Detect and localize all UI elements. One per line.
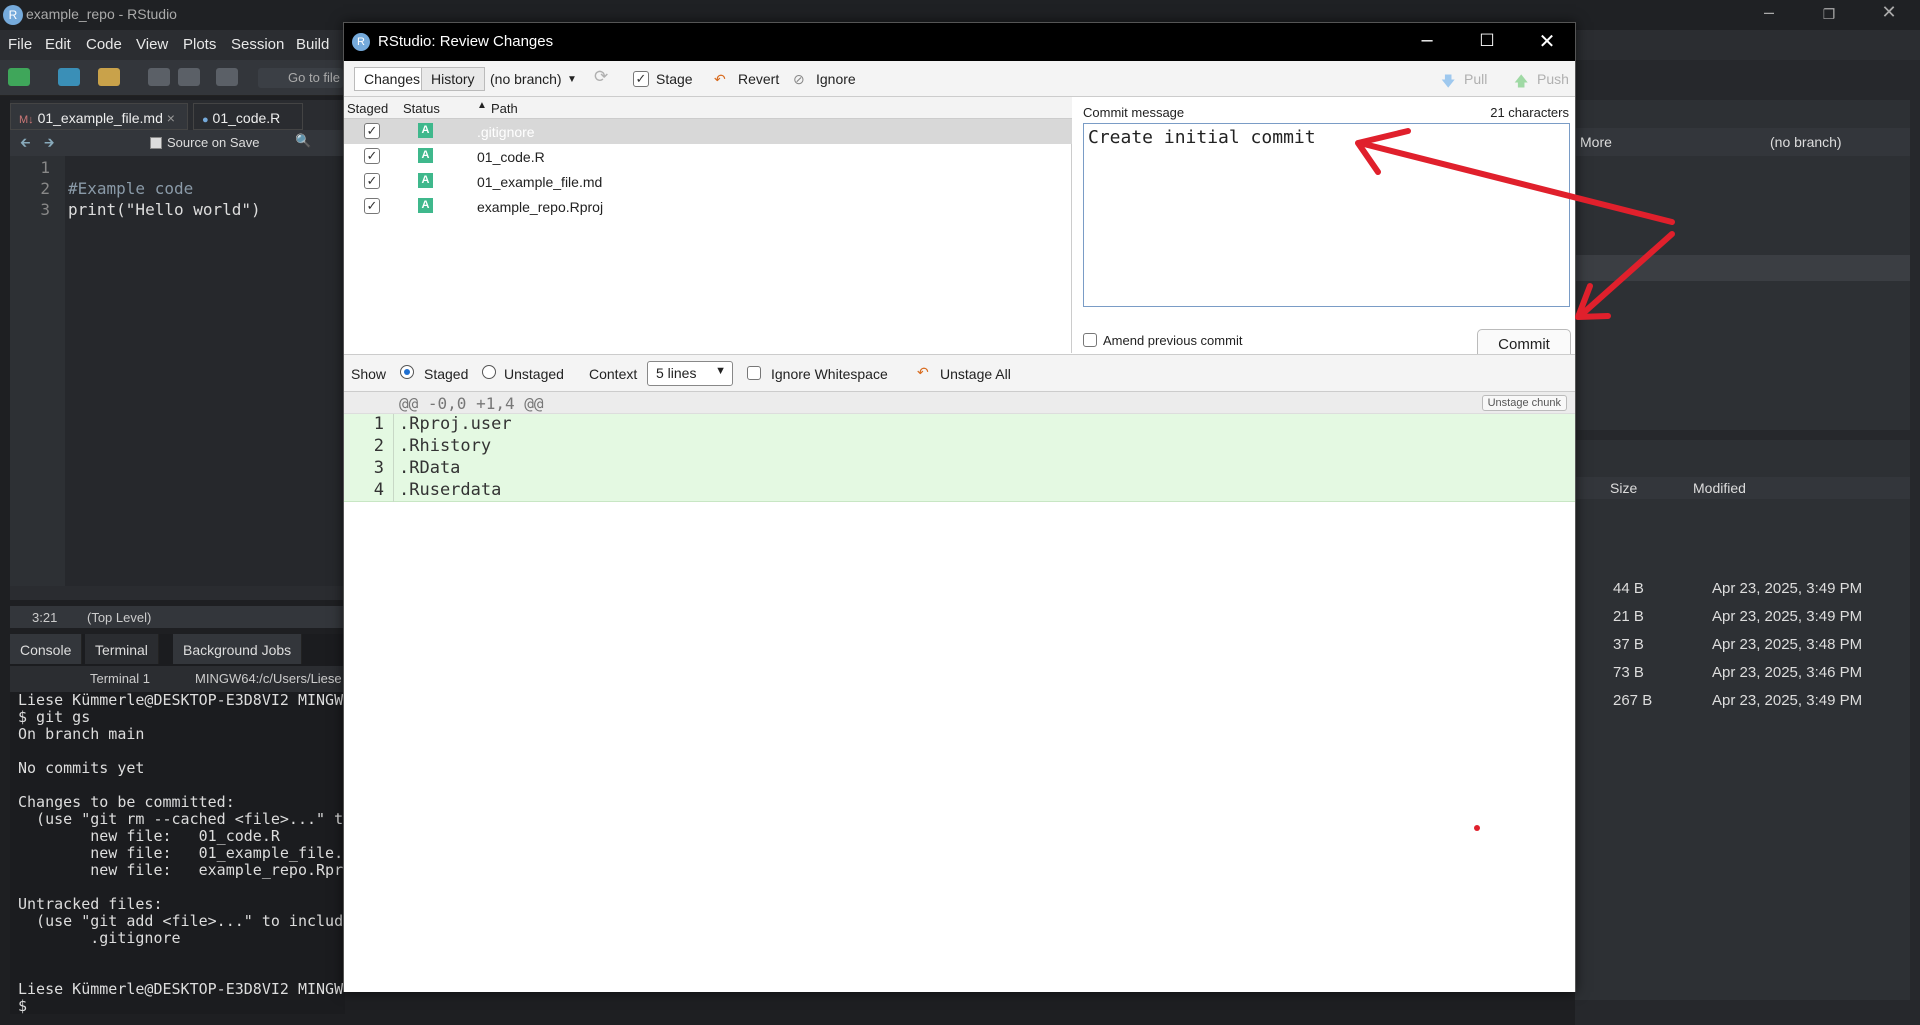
arrow-to-commit-message bbox=[1357, 140, 1675, 225]
arrow-to-commit-button bbox=[1577, 231, 1675, 319]
annotation-arrows bbox=[1355, 128, 1675, 320]
